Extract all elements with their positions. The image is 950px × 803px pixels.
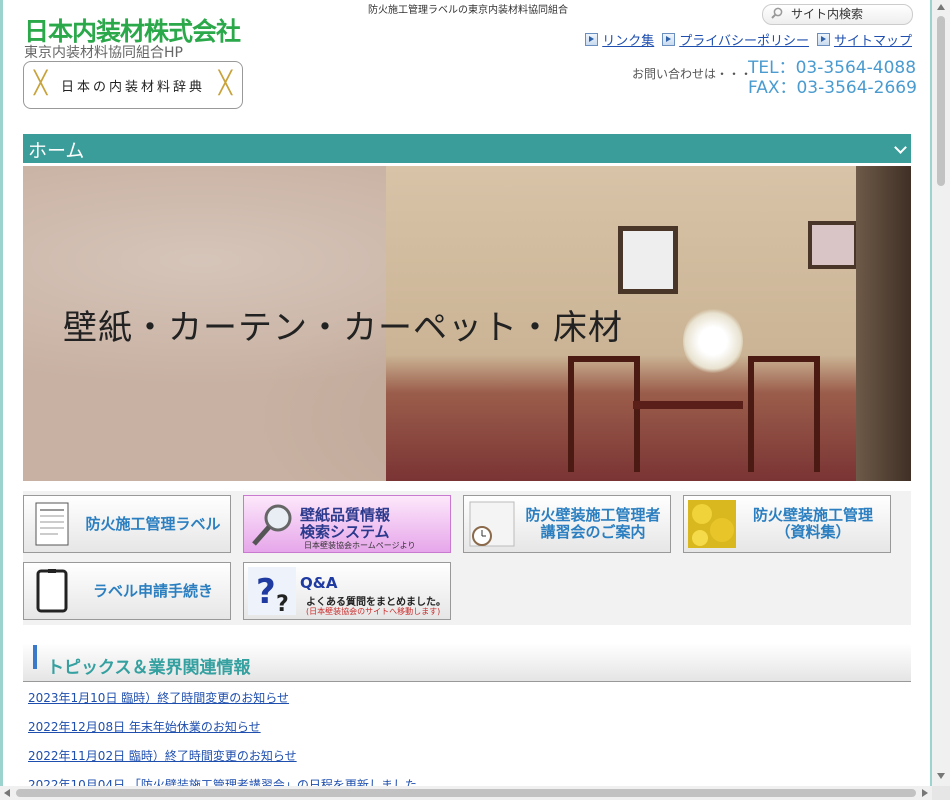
nav-selected-label: ホーム: [28, 140, 85, 162]
hero-chair: [748, 356, 820, 472]
topics-header-bar: [33, 645, 37, 669]
svg-text:?: ?: [256, 572, 276, 612]
sitemap-link[interactable]: サイトマップ: [816, 30, 912, 49]
hero-picture-frame: [808, 221, 858, 269]
banner-area: 防火施工管理ラベル 壁紙品質情報 検索システム 日本壁装協会ホームページより 防…: [23, 491, 911, 625]
news-link[interactable]: 2022年12月08日 年末年始休業のお知らせ: [28, 718, 261, 735]
document-icon: [35, 502, 69, 546]
scroll-down-icon[interactable]: [937, 773, 945, 779]
site-tagline: 防火施工管理ラベルの東京内装材料協同組合: [368, 5, 568, 16]
banner-label: ラベル申請手続き: [92, 581, 213, 600]
top-links: リンク集 プライバシーポリシー サイトマップ: [585, 30, 912, 49]
horizontal-scroll-thumb[interactable]: [16, 789, 916, 797]
arrow-right-icon: [585, 33, 599, 46]
chevron-down-icon: [894, 141, 907, 154]
ginkgo-leaves-icon: [688, 500, 736, 548]
calendar-clock-icon: [469, 501, 515, 547]
hero-picture-frame: [618, 226, 678, 294]
topics-header: トピックス＆業界関連情報: [23, 643, 911, 683]
quality-search-banner[interactable]: 壁紙品質情報 検索システム 日本壁装協会ホームページより: [243, 495, 451, 553]
materials-banner[interactable]: 防火壁装施工管理 （資料集）: [683, 495, 891, 553]
hero-banner: 壁紙・カーテン・カーペット・床材: [23, 166, 911, 481]
scrollbar-corner: [932, 786, 950, 800]
site-search[interactable]: [762, 4, 913, 25]
svg-text:?: ?: [276, 592, 289, 615]
vertical-scroll-thumb[interactable]: [937, 16, 945, 186]
banner-label: 防火壁装施工管理者 講習会のご案内: [525, 506, 661, 541]
arrow-right-icon: [816, 33, 830, 46]
bamboo-right-icon: ╳: [218, 71, 232, 96]
topics-section: トピックス＆業界関連情報 2023年1月10日 臨時）終了時間変更のお知らせ 2…: [23, 643, 911, 803]
topics-title: トピックス＆業界関連情報: [47, 658, 251, 678]
horizontal-scrollbar[interactable]: [0, 786, 932, 800]
hero-flowers: [683, 306, 743, 376]
tablet-icon: [36, 569, 68, 613]
list-item: 2022年11月02日 臨時）終了時間変更のお知らせ: [23, 740, 911, 770]
scroll-left-icon[interactable]: [4, 789, 10, 797]
scroll-right-icon[interactable]: [922, 789, 928, 797]
page-frame-left: [0, 0, 3, 800]
news-link[interactable]: 2023年1月10日 臨時）終了時間変更のお知らせ: [28, 689, 289, 706]
question-mark-icon: ? ?: [248, 567, 296, 615]
list-item: 2023年1月10日 臨時）終了時間変更のお知らせ: [23, 682, 911, 712]
magnifier-icon: [252, 504, 292, 546]
dictionary-button-label: 日本の内装材料辞典: [60, 79, 205, 95]
site-subtitle: 東京内装材料協同組合HP: [24, 45, 183, 61]
qa-banner[interactable]: ? ? Q&A よくある質問をまとめました。 (日本壁装協会のサイトへ移動します…: [243, 562, 451, 620]
fire-label-banner[interactable]: 防火施工管理ラベル: [23, 495, 231, 553]
banner-label: 防火施工管理ラベル: [85, 514, 221, 533]
arrow-right-icon: [662, 33, 676, 46]
contact-label: お問い合わせは・・・: [632, 67, 753, 81]
fax-number: FAX：03-3564-2669: [748, 78, 917, 98]
search-icon: [771, 7, 783, 19]
banner-note: (日本壁装協会のサイトへ移動します): [306, 607, 441, 616]
hero-chair: [568, 356, 640, 472]
news-link[interactable]: 2022年11月02日 臨時）終了時間変更のお知らせ: [28, 747, 297, 764]
dictionary-button[interactable]: ╳ 日本の内装材料辞典 ╳: [23, 61, 243, 109]
search-input[interactable]: [791, 6, 909, 22]
bamboo-left-icon: ╳: [34, 71, 48, 96]
hero-wall-edge: [856, 166, 911, 481]
nav-select[interactable]: ホーム: [23, 134, 911, 163]
hero-copy: 壁紙・カーテン・カーペット・床材: [63, 308, 623, 348]
link-list-link[interactable]: リンク集: [585, 30, 654, 49]
privacy-policy-link[interactable]: プライバシーポリシー: [662, 30, 809, 49]
list-item: 2022年12月08日 年末年始休業のお知らせ: [23, 711, 911, 741]
seminar-banner[interactable]: 防火壁装施工管理者 講習会のご案内: [463, 495, 671, 553]
label-application-banner[interactable]: ラベル申請手続き: [23, 562, 231, 620]
scroll-up-icon[interactable]: [937, 4, 945, 10]
vertical-scrollbar[interactable]: [932, 0, 950, 786]
hero-table: [633, 401, 743, 409]
banner-note: 日本壁装協会ホームページより: [304, 541, 416, 550]
banner-label: 防火壁装施工管理 （資料集）: [752, 506, 873, 541]
